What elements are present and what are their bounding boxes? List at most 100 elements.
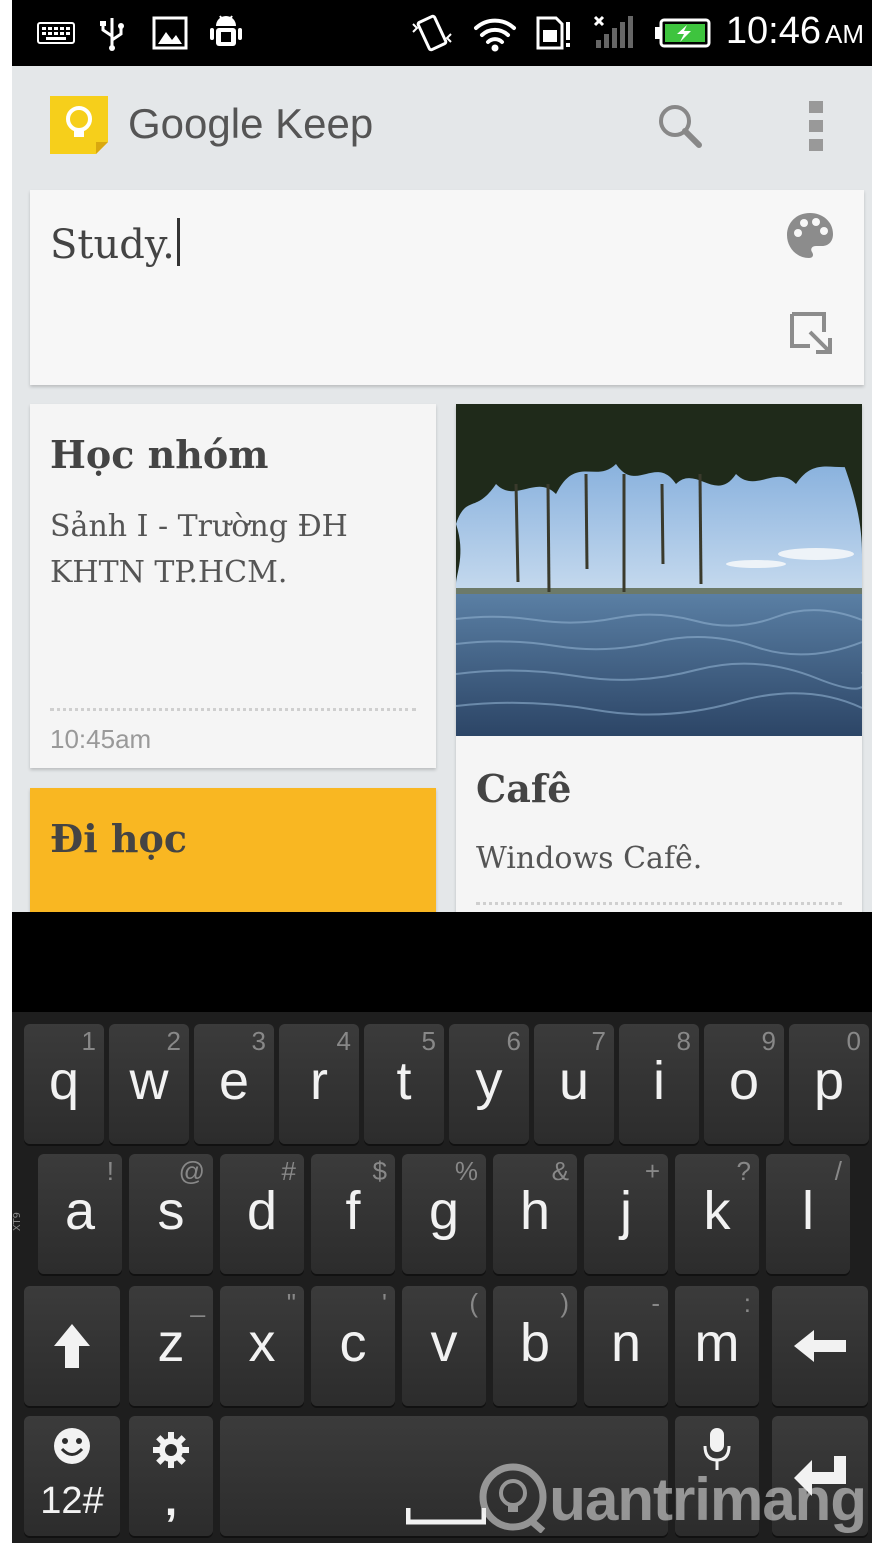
note-card-di-hoc[interactable]: Đi học [30,788,436,912]
note-body: Windows Cafê. [476,841,703,876]
key-label: o [728,1051,760,1111]
key-y[interactable]: 6y [449,1024,529,1144]
keyboard-icon [34,14,78,52]
key-d[interactable]: # d [220,1154,304,1274]
watermark: uantrimang [477,1461,867,1537]
key-o[interactable]: 9o [704,1024,784,1144]
key-t[interactable]: 5t [364,1024,444,1144]
key-label: d [246,1181,278,1241]
key-label: v [430,1313,458,1373]
note-title: Học nhóm [50,432,269,477]
soft-keyboard: XT9 1q 2w 3e 4r 5t 6y 7u 8i 9o 0p ! a @ s … [12,1012,872,1543]
settings-icon [129,1430,213,1470]
key-m[interactable]: :m [675,1286,759,1406]
key-l[interactable]: / l [766,1154,850,1274]
key-j[interactable]: + j [584,1154,668,1274]
note-title: Đi học [50,816,187,861]
key-label: f [345,1181,361,1241]
key-label: i [653,1051,665,1111]
key-s[interactable]: @ s [129,1154,213,1274]
note-body: Sảnh I - Trường ĐH KHTN TP.HCM. [50,504,348,596]
note-body-line: Sảnh I - Trường ĐH [50,509,348,544]
key-label: m [694,1313,740,1373]
settings-comma-key[interactable]: , [129,1416,213,1536]
key-q[interactable]: 1q [24,1024,104,1144]
backspace-key[interactable] [772,1286,868,1406]
key-a[interactable]: ! a [38,1154,122,1274]
xt9-label: XT9 [12,1212,23,1232]
key-f[interactable]: $ f [311,1154,395,1274]
key-label: r [310,1051,328,1111]
key-h[interactable]: & h [493,1154,577,1274]
key-label: l [802,1181,814,1241]
overflow-menu-icon[interactable] [786,96,846,156]
key-c[interactable]: ' c [311,1286,395,1406]
app-bar: Google Keep [12,66,872,184]
new-note-editor[interactable]: Study. [30,190,864,385]
symbols-key[interactable]: 12# [24,1416,120,1536]
watermark-text: uantrimang [549,1465,867,1533]
wifi-icon [470,14,520,52]
note-card-cafe[interactable]: Cafê Windows Cafê. [456,404,862,912]
key-v[interactable]: (v [402,1286,486,1406]
key-label: e [218,1051,250,1111]
note-divider [50,708,416,711]
key-w[interactable]: 2w [109,1024,189,1144]
note-card-hoc-nhom[interactable]: Học nhóm Sảnh I - Trường ĐH KHTN TP.HCM.… [30,404,436,768]
quantrimang-logo-icon [477,1461,549,1537]
palette-icon[interactable] [782,208,838,264]
key-label: g [428,1181,460,1241]
key-label: c [339,1313,367,1373]
key-label: k [703,1181,731,1241]
app-title: Google Keep [128,100,374,147]
expand-note-icon[interactable] [782,304,838,360]
note-title: Cafê [476,766,572,811]
phone-screen: 10:46 AM Google Keep Study. Học nhóm Sản… [12,0,872,1543]
key-label: y [475,1051,503,1111]
key-p[interactable]: 0p [789,1024,869,1144]
status-bar: 10:46 AM [12,0,872,66]
usb-icon [94,14,130,52]
key-label: a [64,1181,96,1241]
key-k[interactable]: ? k [675,1154,759,1274]
key-label: p [813,1051,845,1111]
keyboard-top-bar [12,912,872,1012]
text-cursor [176,218,180,266]
keep-logo-icon[interactable] [46,92,112,158]
key-i[interactable]: 8i [619,1024,699,1144]
lake-photo [456,404,862,736]
key-n[interactable]: -n [584,1286,668,1406]
key-g[interactable]: % g [402,1154,486,1274]
clock: 10:46 AM [726,10,864,53]
shift-icon [24,1286,120,1406]
key-u[interactable]: 7u [534,1024,614,1144]
key-x[interactable]: " x [220,1286,304,1406]
key-label: t [396,1051,412,1111]
note-body-line: KHTN TP.HCM. [50,555,288,590]
image-icon [150,14,190,52]
battery-charging-icon [652,14,712,52]
note-divider [476,902,842,905]
emoji-icon [24,1426,120,1466]
backspace-icon [772,1286,868,1406]
key-label: n [610,1313,642,1373]
symbols-label: 12# [40,1480,104,1522]
key-label: q [48,1051,80,1111]
key-label: s [157,1181,185,1241]
key-label: x [248,1313,276,1373]
sim-icon [532,14,576,52]
key-e[interactable]: 3e [194,1024,274,1144]
key-r[interactable]: 4r [279,1024,359,1144]
clock-time: 10:46 [725,10,821,52]
shift-key[interactable] [24,1286,120,1406]
key-label: z [157,1313,185,1373]
key-label: j [620,1181,632,1241]
search-icon[interactable] [650,96,710,156]
key-label: b [519,1313,551,1373]
key-label: h [519,1181,551,1241]
key-b[interactable]: ) b [493,1286,577,1406]
key-z[interactable]: _ z [129,1286,213,1406]
clock-ampm: AM [825,19,864,49]
new-note-text: Study. [50,222,175,268]
new-note-input[interactable]: Study. [50,218,180,268]
